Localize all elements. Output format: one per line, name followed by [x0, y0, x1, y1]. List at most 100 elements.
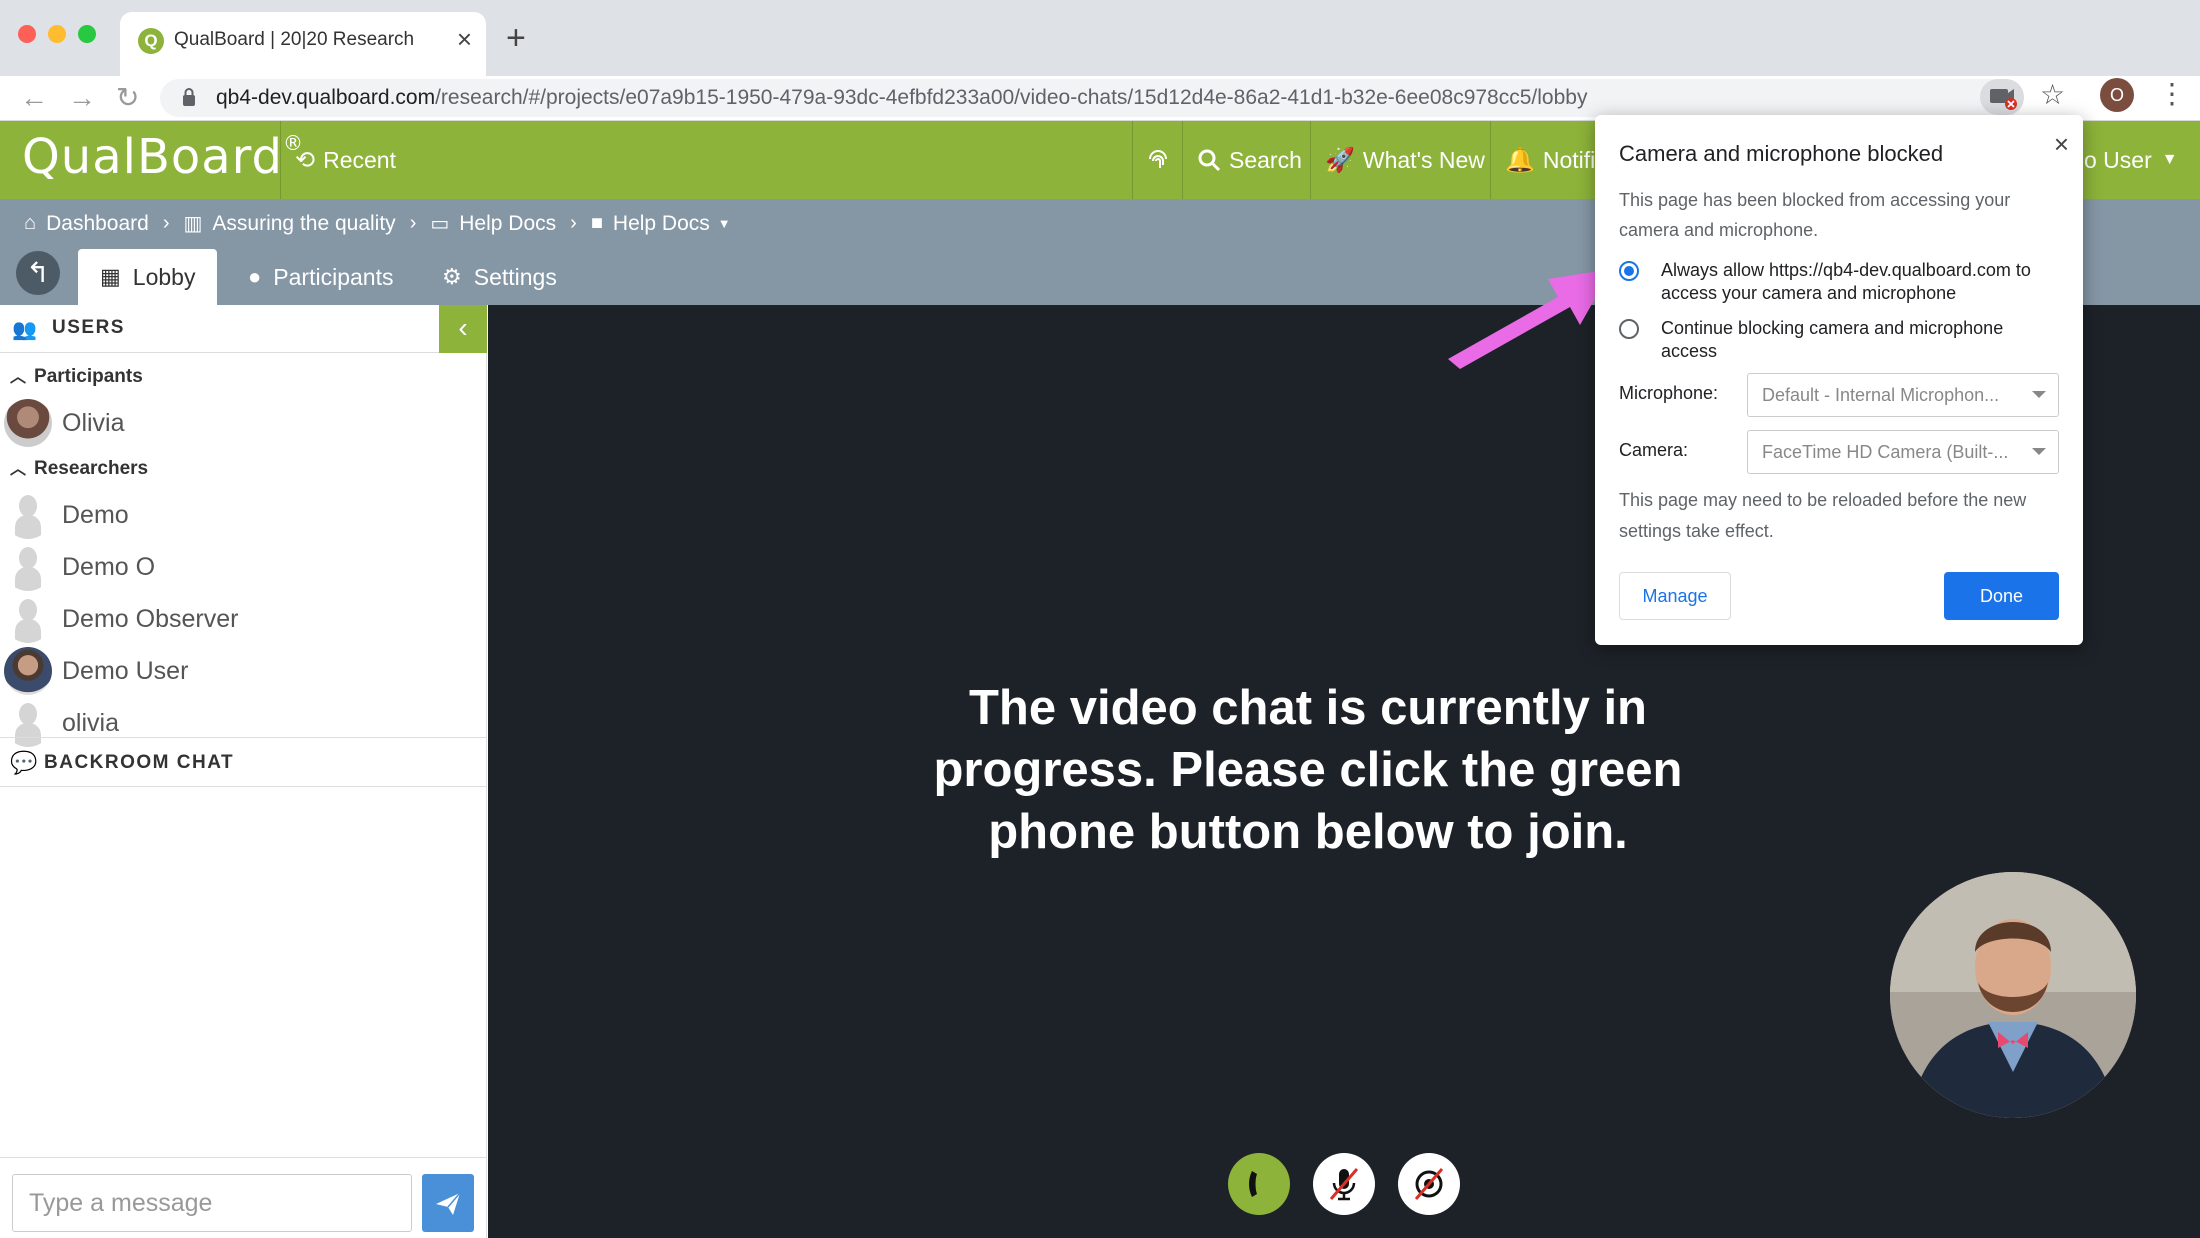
chevron-up-icon: ︿	[10, 461, 27, 478]
chat-bubble-icon: 💬	[10, 750, 38, 775]
tab-settings[interactable]: ⚙ Settings	[420, 249, 579, 305]
user-list-item[interactable]: Demo Observer	[4, 595, 238, 643]
dropdown-caret-icon	[2032, 448, 2046, 455]
home-icon: ⌂	[24, 212, 37, 234]
breadcrumb-project[interactable]: Assuring the quality	[212, 212, 395, 236]
radio-selected[interactable]	[1619, 261, 1639, 281]
send-button[interactable]	[422, 1174, 474, 1232]
message-composer	[0, 1157, 487, 1238]
user-menu[interactable]: o User ▼	[2070, 121, 2192, 199]
dialog-title: Camera and microphone blocked	[1619, 141, 1944, 166]
close-icon[interactable]: ×	[2054, 129, 2069, 160]
self-view-video	[1890, 872, 2136, 1118]
tab-title: QualBoard | 20|20 Research	[174, 29, 415, 50]
phone-icon	[1249, 1171, 1257, 1197]
dropdown-caret-icon	[2032, 391, 2046, 398]
users-header: 👥 USERS ‹	[0, 305, 487, 353]
breadcrumb-video-chat[interactable]: Help Docs	[613, 212, 710, 236]
folder-icon: ▭	[430, 213, 450, 235]
done-button[interactable]: Done	[1944, 572, 2059, 620]
qualboard-favicon-icon: Q	[138, 28, 164, 54]
user-list-item[interactable]: Olivia	[4, 399, 125, 447]
avatar	[4, 543, 52, 591]
chevron-up-icon: ︿	[10, 369, 27, 386]
avatar	[4, 595, 52, 643]
camera-off-icon	[1414, 1168, 1444, 1200]
breadcrumb: ⌂ Dashboard › ▥ Assuring the quality › ▭…	[24, 211, 731, 236]
browser-tab[interactable]: Q QualBoard | 20|20 Research ×	[120, 12, 486, 76]
search-icon	[1198, 149, 1221, 172]
profile-avatar[interactable]: O	[2100, 78, 2134, 112]
camera-select[interactable]: FaceTime HD Camera (Built-...	[1747, 430, 2059, 474]
whats-new-button[interactable]: 🚀 What's New	[1310, 121, 1499, 199]
join-call-button[interactable]	[1228, 1153, 1290, 1215]
url-text: qb4-dev.qualboard.com/research/#/project…	[216, 86, 1588, 109]
fingerprint-icon	[1148, 150, 1167, 168]
tab-lobby[interactable]: ▦ Lobby	[78, 249, 218, 305]
reload-icon[interactable]: ↻	[116, 80, 139, 116]
microphone-off-icon	[1329, 1168, 1359, 1201]
users-icon: 👥	[12, 319, 37, 341]
avatar	[4, 647, 52, 695]
chevron-right-icon: ›	[162, 212, 170, 234]
backroom-chat-header[interactable]: 💬 BACKROOM CHAT	[0, 737, 487, 787]
mute-microphone-button[interactable]	[1313, 1153, 1375, 1215]
history-icon: ⟲	[295, 146, 316, 174]
participants-group-toggle[interactable]: ︿ Participants	[10, 363, 143, 388]
lobby-icon: ▦	[100, 264, 121, 289]
rocket-icon: 🚀	[1325, 146, 1355, 174]
close-window-button[interactable]	[18, 25, 36, 43]
browser-menu-icon[interactable]: ⋮	[2158, 76, 2186, 112]
lock-icon	[183, 88, 195, 106]
microphone-select[interactable]: Default - Internal Microphon...	[1747, 373, 2059, 417]
users-sidebar: 👥 USERS ‹ ︿ Participants Olivia ︿ Research…	[0, 305, 487, 1238]
new-tab-icon[interactable]: +	[506, 20, 526, 56]
caret-down-icon: ▼	[2161, 151, 2178, 168]
breadcrumb-dashboard[interactable]: Dashboard	[46, 212, 149, 236]
qualboard-logo[interactable]: QualBoard®	[22, 129, 304, 185]
paper-plane-icon	[436, 1192, 461, 1215]
user-list-item[interactable]: Demo User	[4, 647, 188, 695]
caret-down-icon[interactable]: ▼	[718, 216, 731, 231]
browser-tab-bar: Q QualBoard | 20|20 Research × +	[0, 0, 2200, 76]
back-arrow-icon[interactable]: ←	[20, 80, 48, 116]
forward-arrow-icon[interactable]: →	[68, 80, 96, 116]
fingerprint-button[interactable]	[1132, 121, 1182, 199]
reload-note: This page may need to be reloaded before…	[1619, 490, 2027, 541]
search-button[interactable]: Search	[1182, 121, 1316, 199]
chevron-right-icon: ›	[409, 212, 417, 234]
bookmark-star-icon[interactable]: ☆	[2040, 78, 2065, 111]
address-bar[interactable]: qb4-dev.qualboard.com/research/#/project…	[160, 79, 2024, 117]
gear-icon: ⚙	[442, 264, 462, 289]
user-icon: ●	[248, 264, 262, 289]
camera-label: Camera:	[1619, 440, 1689, 460]
collapse-sidebar-button[interactable]: ‹	[439, 305, 487, 353]
minimize-window-button[interactable]	[48, 25, 66, 43]
permission-dialog: Camera and microphone blocked × This pag…	[1595, 115, 2083, 645]
user-list-item[interactable]: Demo	[4, 491, 129, 539]
disable-camera-button[interactable]	[1398, 1153, 1460, 1215]
avatar	[4, 491, 52, 539]
close-tab-icon[interactable]: ×	[457, 24, 472, 54]
video-status-message: The video chat is currently in progress.…	[933, 681, 1683, 859]
video-camera-icon: ■	[590, 212, 603, 234]
radio-unselected[interactable]	[1619, 319, 1639, 339]
tab-participants[interactable]: ● Participants	[226, 249, 415, 305]
up-level-button[interactable]: ↰	[16, 251, 60, 295]
maximize-window-button[interactable]	[78, 25, 96, 43]
annotation-arrow	[1448, 269, 1612, 369]
researchers-group-toggle[interactable]: ︿ Researchers	[10, 455, 148, 480]
notifications-button[interactable]: 🔔 Notifi	[1490, 121, 1609, 199]
dialog-description: This page has been blocked from accessin…	[1619, 190, 2011, 240]
bell-icon: 🔔	[1505, 146, 1535, 174]
message-input[interactable]	[12, 1174, 412, 1232]
manage-button[interactable]: Manage	[1619, 572, 1731, 620]
building-icon: ▥	[183, 213, 203, 235]
chevron-right-icon: ›	[570, 212, 577, 234]
microphone-label: Microphone:	[1619, 383, 1719, 403]
camera-blocked-icon[interactable]	[1980, 79, 2024, 115]
user-list-item[interactable]: Demo O	[4, 543, 155, 591]
recent-button[interactable]: ⟲ Recent	[280, 121, 410, 199]
breadcrumb-folder[interactable]: Help Docs	[459, 212, 556, 236]
avatar	[4, 399, 52, 447]
